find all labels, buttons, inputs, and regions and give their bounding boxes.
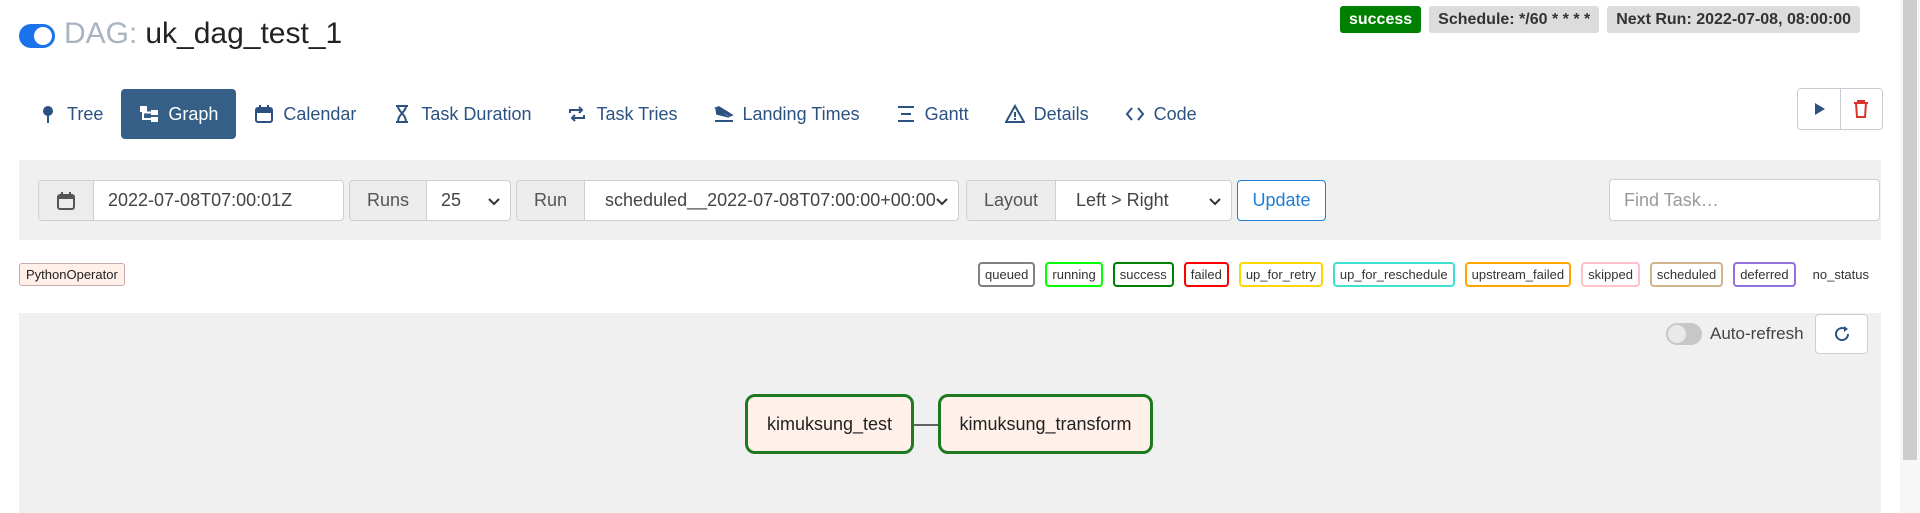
layout-group: Layout Left > Right [966, 180, 1232, 221]
run-value: scheduled__2022-07-08T07:00:00+00:00 [605, 190, 936, 210]
base-date-group: 2022-07-08T07:00:01Z [38, 180, 344, 221]
tab-label: Code [1153, 103, 1197, 124]
tab-label: Calendar [283, 103, 357, 124]
layout-label: Layout [967, 181, 1057, 220]
layout-value: Left > Right [1076, 190, 1169, 210]
chevron-down-icon [1209, 198, 1221, 206]
view-tabs: Tree Graph Calendar Task Duration Task T… [20, 88, 1215, 140]
state-legend-failed[interactable]: failed [1183, 262, 1229, 287]
dag-graph-canvas: Auto-refresh kimuksung_test kimuksung_tr… [19, 313, 1881, 513]
scrollbar-thumb[interactable] [1903, 0, 1917, 460]
code-icon [1125, 104, 1145, 124]
play-icon [1814, 103, 1825, 115]
refresh-icon [1834, 326, 1849, 342]
dag-prefix: DAG: [64, 17, 138, 50]
tab-gantt[interactable]: Gantt [878, 89, 987, 139]
auto-refresh-label: Auto-refresh [1710, 324, 1804, 343]
dag-badges: success Schedule: */60 * * * * Next Run:… [1339, 6, 1860, 33]
tab-label: Gantt [924, 103, 969, 124]
state-legend: queued running success failed up_for_retry up… [978, 262, 1876, 287]
toggle-knob [34, 27, 52, 45]
status-badge: success [1339, 6, 1422, 33]
tab-details[interactable]: Details [987, 89, 1107, 139]
state-legend-up-for-retry[interactable]: up_for_retry [1238, 262, 1323, 287]
state-legend-no-status[interactable]: no_status [1805, 262, 1876, 287]
chevron-down-icon [936, 198, 948, 206]
state-legend-skipped[interactable]: skipped [1581, 262, 1640, 287]
tab-task-tries[interactable]: Task Tries [549, 89, 695, 139]
runs-value: 25 [441, 190, 462, 210]
gantt-icon [896, 104, 916, 124]
runs-group: Runs 25 [349, 180, 511, 221]
calendar-icon [57, 191, 75, 210]
plane-landing-icon [713, 104, 734, 124]
warning-triangle-icon [1004, 104, 1025, 124]
dag-title: DAG: uk_dag_test_1 [64, 16, 342, 52]
task-node-kimuksung-test[interactable]: kimuksung_test [745, 394, 914, 454]
toggle-knob [1668, 325, 1686, 343]
runs-select[interactable]: 25 [427, 181, 510, 220]
hourglass-icon [392, 104, 412, 124]
date-picker-button[interactable] [39, 181, 94, 220]
tab-tree[interactable]: Tree [20, 89, 121, 139]
dag-pause-toggle[interactable] [19, 24, 55, 48]
state-legend-upstream-failed[interactable]: upstream_failed [1464, 262, 1572, 287]
layout-select[interactable]: Left > Right [1056, 181, 1231, 220]
state-legend-success[interactable]: success [1112, 262, 1174, 287]
state-legend-queued[interactable]: queued [978, 262, 1036, 287]
runs-label: Runs [350, 181, 428, 220]
tab-graph[interactable]: Graph [121, 89, 237, 139]
tab-label: Details [1033, 103, 1089, 124]
state-legend-scheduled[interactable]: scheduled [1649, 262, 1724, 287]
task-node-kimuksung-transform[interactable]: kimuksung_transform [938, 394, 1153, 454]
tab-label: Tree [67, 103, 104, 124]
tab-code[interactable]: Code [1107, 89, 1215, 139]
auto-refresh-toggle[interactable] [1666, 323, 1702, 345]
tab-landing-times[interactable]: Landing Times [696, 89, 878, 139]
operator-legend-python: PythonOperator [19, 263, 125, 286]
tab-label: Graph [168, 103, 219, 124]
graph-icon [139, 104, 159, 124]
refresh-button[interactable] [1815, 314, 1868, 354]
tab-task-duration[interactable]: Task Duration [374, 89, 549, 139]
repeat-icon [567, 104, 587, 124]
run-label: Run [517, 181, 586, 220]
schedule-badge: Schedule: */60 * * * * [1429, 6, 1600, 33]
trigger-dag-button[interactable] [1798, 89, 1840, 129]
graph-filter-bar: 2022-07-08T07:00:01Z Runs 25 Run schedul… [19, 160, 1881, 240]
tab-label: Landing Times [742, 103, 860, 124]
find-task-input[interactable]: Find Task… [1609, 179, 1880, 221]
next-run-badge: Next Run: 2022-07-08, 08:00:00 [1607, 6, 1860, 33]
delete-dag-button[interactable] [1839, 89, 1883, 129]
run-group: Run scheduled__2022-07-08T07:00:00+00:00 [516, 180, 959, 221]
base-date-input[interactable]: 2022-07-08T07:00:01Z [94, 181, 306, 220]
trash-icon [1854, 100, 1869, 118]
dag-actions [1797, 88, 1883, 130]
dag-header: DAG: uk_dag_test_1 success Schedule: */60… [0, 0, 1900, 70]
calendar-icon [254, 104, 274, 124]
state-legend-running[interactable]: running [1045, 262, 1103, 287]
leaf-icon [38, 104, 58, 124]
run-select[interactable]: scheduled__2022-07-08T07:00:00+00:00 [585, 181, 958, 220]
dag-id: uk_dag_test_1 [145, 17, 343, 50]
state-legend-deferred[interactable]: deferred [1733, 262, 1796, 287]
auto-refresh-control[interactable]: Auto-refresh [1666, 321, 1804, 347]
state-legend-up-for-reschedule[interactable]: up_for_reschedule [1332, 262, 1455, 287]
chevron-down-icon [488, 198, 500, 206]
update-button[interactable]: Update [1237, 180, 1326, 221]
page-scrollbar[interactable] [1900, 0, 1920, 513]
tab-label: Task Tries [596, 103, 678, 124]
tab-label: Task Duration [421, 103, 532, 124]
tab-calendar[interactable]: Calendar [236, 89, 374, 139]
